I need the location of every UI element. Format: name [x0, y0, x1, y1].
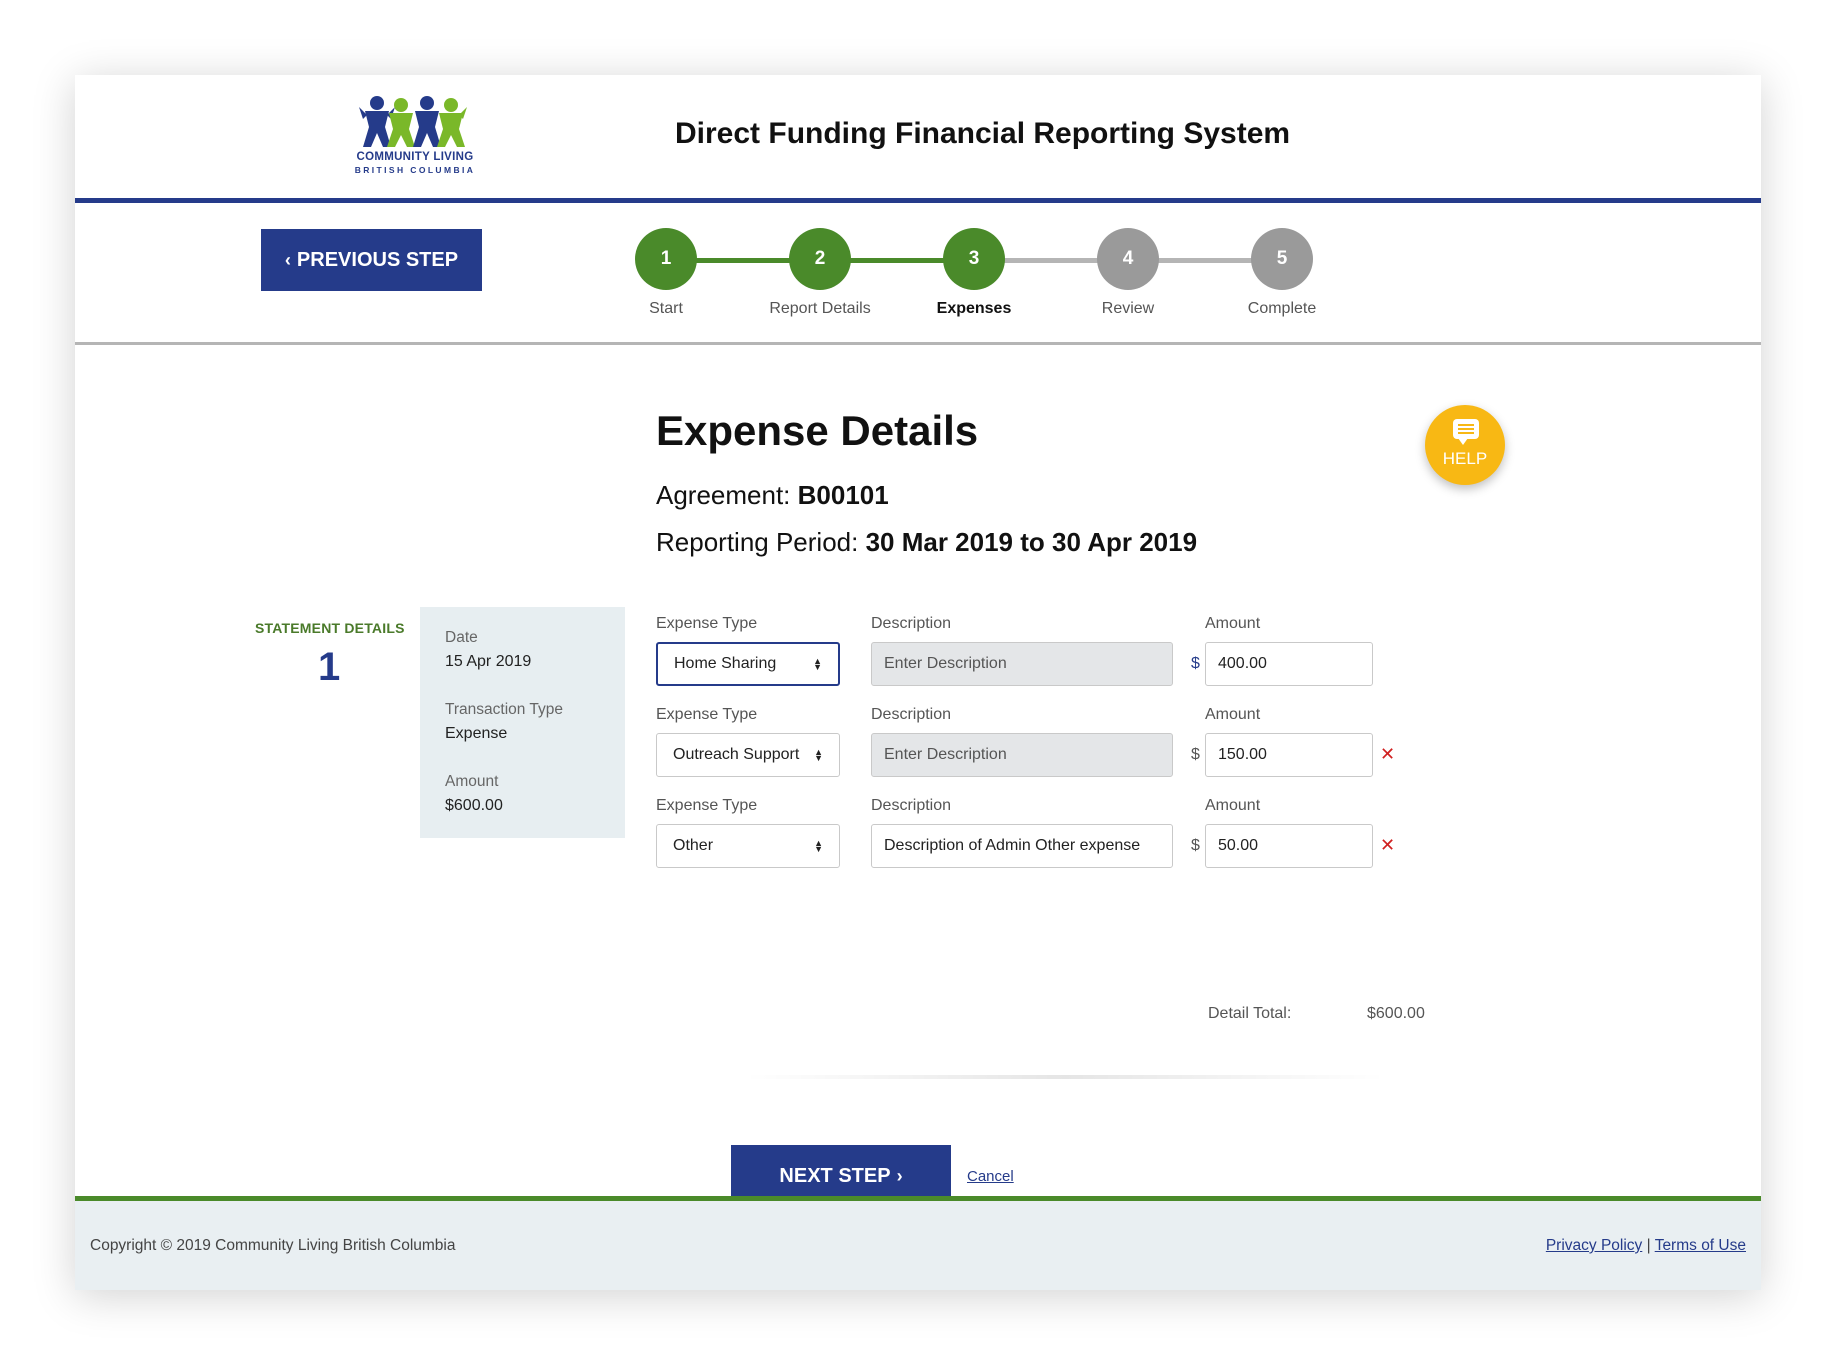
- step-label: Start: [649, 300, 683, 317]
- step-label: Complete: [1247, 300, 1317, 317]
- app-title: Direct Funding Financial Reporting Syste…: [675, 117, 1291, 150]
- reporting-period-value: 30 Mar 2019 to 30 Apr 2019: [865, 527, 1198, 557]
- step-circle: 5: [1251, 228, 1313, 290]
- step-expenses[interactable]: 3 Expenses: [937, 228, 1011, 317]
- previous-step-button[interactable]: ‹ PREVIOUS STEP: [261, 229, 482, 291]
- help-button[interactable]: HELP: [1425, 405, 1505, 485]
- sort-arrows-icon: ▲ ▼: [814, 747, 823, 763]
- step-circle: 4: [1097, 228, 1159, 290]
- agreement-label: Agreement:: [656, 480, 791, 510]
- agreement-line: Agreement: B00101: [656, 480, 889, 511]
- chat-bubble-icon: [1453, 419, 1479, 445]
- logo-text: COMMUNITY LIVING: [356, 151, 474, 163]
- date-label: Date: [445, 629, 478, 646]
- agreement-value: B00101: [797, 480, 889, 510]
- amount-value: $600.00: [445, 797, 503, 814]
- statement-summary: Date 15 Apr 2019 Transaction Type Expens…: [420, 607, 625, 838]
- delete-row-icon[interactable]: ✕: [1380, 744, 1395, 765]
- next-step-label: NEXT STEP: [779, 1164, 891, 1187]
- page-title: Expense Details: [656, 407, 979, 454]
- footer: Copyright © 2019 Community Living Britis…: [75, 1196, 1761, 1290]
- step-circle: 3: [943, 228, 1005, 290]
- amount-input[interactable]: 150.00: [1205, 733, 1373, 777]
- detail-total-value: $600.00: [1367, 1005, 1425, 1022]
- expense-type-value: Outreach Support: [673, 746, 800, 763]
- step-start[interactable]: 1 Start: [635, 228, 697, 317]
- description-label: Description: [871, 615, 952, 632]
- delete-row-icon[interactable]: ✕: [1380, 835, 1395, 856]
- step-label: Report Details: [769, 300, 871, 317]
- amount-label: Amount: [1205, 615, 1261, 632]
- step-label: Expenses: [936, 300, 1012, 317]
- expense-type-label: Expense Type: [656, 797, 758, 814]
- date-value: 15 Apr 2019: [445, 653, 532, 670]
- app-window: COMMUNITY LIVING BRITISH COLUMBIA Direct…: [75, 75, 1761, 1290]
- currency-symbol: $: [1191, 837, 1200, 854]
- expense-type-label: Expense Type: [656, 706, 758, 723]
- step-report-details[interactable]: 2 Report Details: [769, 228, 871, 317]
- previous-step-label: PREVIOUS STEP: [296, 248, 459, 271]
- people-figures-icon: [359, 96, 467, 147]
- step-label: Review: [1101, 300, 1155, 317]
- community-living-logo: COMMUNITY LIVING BRITISH COLUMBIA: [345, 93, 485, 185]
- logo-subtext: BRITISH COLUMBIA: [354, 165, 476, 175]
- reporting-period-line: Reporting Period: 30 Mar 2019 to 30 Apr …: [656, 527, 1197, 558]
- terms-of-use-link[interactable]: Terms of Use: [1655, 1237, 1746, 1254]
- detail-total-label: Detail Total:: [1208, 1005, 1292, 1022]
- expense-type-select[interactable]: Other ▲ ▼: [656, 824, 840, 868]
- currency-symbol: $: [1191, 746, 1200, 763]
- footer-links: Privacy Policy | Terms of Use: [1546, 1237, 1746, 1255]
- description-label: Description: [871, 797, 952, 814]
- sort-arrows-icon: ▲ ▼: [813, 656, 822, 672]
- step-circle: 1: [635, 228, 697, 290]
- help-label: HELP: [1442, 449, 1488, 468]
- header: COMMUNITY LIVING BRITISH COLUMBIA Direct…: [75, 75, 1761, 203]
- description-label: Description: [871, 706, 952, 723]
- step-bar: ‹ PREVIOUS STEP 1 Start 2 Report Details…: [75, 203, 1761, 345]
- statement-details-label: STATEMENT DETAILS: [255, 620, 405, 636]
- expense-type-select[interactable]: Outreach Support ▲ ▼: [656, 733, 840, 777]
- link-separator: |: [1646, 1237, 1651, 1254]
- chevron-right-icon: ›: [896, 1165, 903, 1186]
- cancel-link[interactable]: Cancel: [967, 1168, 1014, 1185]
- expense-type-label: Expense Type: [656, 615, 758, 632]
- expense-type-value: Home Sharing: [674, 655, 777, 672]
- step-review[interactable]: 4 Review: [1097, 228, 1159, 317]
- expense-type-value: Other: [673, 837, 714, 854]
- step-circle: 2: [789, 228, 851, 290]
- description-input[interactable]: Description of Admin Other expense: [871, 824, 1173, 868]
- copyright-text: Copyright © 2019 Community Living Britis…: [90, 1237, 456, 1254]
- description-input[interactable]: Enter Description: [871, 642, 1173, 686]
- statement-number: 1: [318, 645, 341, 689]
- progress-stepper: 1 Start 2 Report Details 3 Expenses 4 Re…: [635, 228, 1355, 338]
- divider: [745, 1075, 1385, 1079]
- amount-label: Amount: [1205, 706, 1261, 723]
- amount-label: Amount: [445, 773, 499, 790]
- reporting-period-label: Reporting Period:: [656, 527, 859, 557]
- transaction-type-value: Expense: [445, 725, 508, 742]
- step-complete[interactable]: 5 Complete: [1248, 228, 1316, 317]
- chevron-left-icon: ‹: [284, 249, 291, 270]
- privacy-policy-link[interactable]: Privacy Policy: [1546, 1237, 1642, 1254]
- description-input[interactable]: Enter Description: [871, 733, 1173, 777]
- amount-input[interactable]: 50.00: [1205, 824, 1373, 868]
- amount-label: Amount: [1205, 797, 1261, 814]
- expense-type-select[interactable]: Home Sharing ▲ ▼: [656, 642, 840, 686]
- transaction-type-label: Transaction Type: [445, 701, 564, 718]
- currency-symbol: $: [1191, 655, 1200, 672]
- amount-input[interactable]: 400.00: [1205, 642, 1373, 686]
- sort-arrows-icon: ▲ ▼: [814, 838, 823, 854]
